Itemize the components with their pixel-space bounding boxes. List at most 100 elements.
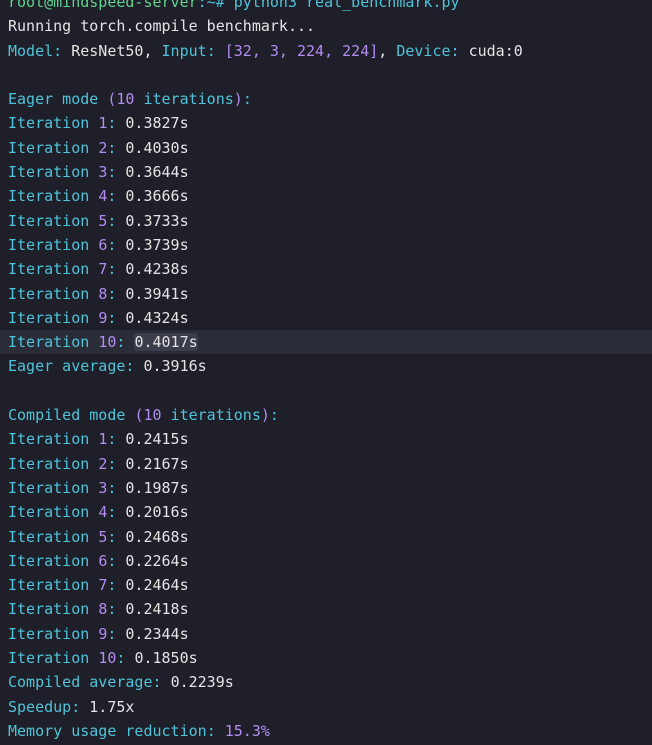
device-value: cuda:0 bbox=[468, 41, 523, 60]
speedup-label: Speedup bbox=[8, 697, 72, 716]
iteration-time: 0.2468s bbox=[125, 527, 189, 546]
iteration-time: 0.3739s bbox=[125, 235, 189, 254]
device-label: Device bbox=[396, 41, 451, 60]
iteration-time: 0.2464s bbox=[125, 576, 189, 595]
iteration-time: 0.3827s bbox=[125, 114, 189, 133]
iteration-label: Iteration bbox=[8, 527, 90, 546]
iteration-number: 3 bbox=[98, 163, 108, 182]
iteration-line: Iteration 5: 0.3733s bbox=[8, 211, 189, 230]
iteration-line: Iteration 7: 0.2464s bbox=[8, 576, 189, 595]
iteration-time: 0.2415s bbox=[125, 430, 189, 449]
iteration-label: Iteration bbox=[8, 211, 90, 230]
input-label: Input bbox=[161, 41, 207, 60]
iteration-line: Iteration 7: 0.4238s bbox=[8, 260, 189, 279]
iteration-line: Iteration 3: 0.3644s bbox=[8, 163, 189, 182]
eager-title: Eager mode bbox=[8, 90, 99, 109]
iteration-time: 0.2264s bbox=[125, 551, 189, 570]
speedup-line: Speedup: 1.75x bbox=[8, 697, 135, 716]
iteration-label: Iteration bbox=[8, 284, 90, 303]
eager-average-value: 0.3916s bbox=[143, 357, 207, 376]
iteration-time: 0.4324s bbox=[125, 308, 189, 327]
speedup-value: 1.75x bbox=[89, 697, 135, 716]
iteration-time: 0.3644s bbox=[125, 163, 189, 182]
iteration-label: Iteration bbox=[8, 163, 90, 182]
iteration-number: 3 bbox=[98, 478, 108, 497]
iteration-number: 6 bbox=[98, 235, 108, 254]
iteration-label: Iteration bbox=[8, 430, 90, 449]
iteration-time: 0.2167s bbox=[125, 454, 189, 473]
iteration-time: 0.3733s bbox=[125, 211, 189, 230]
memory-label: Memory usage reduction bbox=[8, 721, 207, 740]
iteration-line: Iteration 10: 0.1850s bbox=[8, 649, 198, 668]
iteration-label: Iteration bbox=[8, 478, 90, 497]
compiled-title-line: Compiled mode (10 iterations): bbox=[8, 406, 279, 425]
iteration-line: Iteration 8: 0.3941s bbox=[8, 284, 189, 303]
iteration-number: 5 bbox=[98, 211, 108, 230]
iteration-time: 0.4030s bbox=[125, 138, 189, 157]
prompt-command: python3 real_benchmark.py bbox=[233, 0, 460, 11]
prompt-line: root@mindspeed-server:~# python3 real_be… bbox=[8, 0, 652, 14]
iteration-line: Iteration 3: 0.1987s bbox=[8, 478, 189, 497]
iteration-time: 0.4238s bbox=[125, 260, 189, 279]
iteration-line: Iteration 1: 0.3827s bbox=[8, 114, 189, 133]
iteration-number: 4 bbox=[98, 503, 108, 522]
iteration-number: 7 bbox=[98, 260, 108, 279]
iteration-time: 0.3666s bbox=[125, 187, 189, 206]
memory-line: Memory usage reduction: 15.3% bbox=[8, 721, 270, 740]
eager-average-label: Eager average bbox=[8, 357, 126, 376]
iteration-number: 8 bbox=[98, 284, 108, 303]
iteration-line: Iteration 9: 0.4324s bbox=[8, 308, 189, 327]
iteration-label: Iteration bbox=[8, 235, 90, 254]
iteration-label: Iteration bbox=[8, 114, 90, 133]
running-line: Running torch.compile benchmark... bbox=[8, 17, 316, 36]
eager-title-line: Eager mode (10 iterations): bbox=[8, 90, 252, 109]
iteration-line: Iteration 2: 0.2167s bbox=[8, 454, 189, 473]
iteration-label: Iteration bbox=[8, 308, 90, 327]
iteration-label: Iteration bbox=[8, 503, 90, 522]
prompt-user-host: root@mindspeed-server bbox=[8, 0, 198, 11]
compiled-average-label: Compiled average bbox=[8, 673, 153, 692]
model-value: ResNet50 bbox=[71, 41, 144, 60]
compiled-title: Compiled mode bbox=[8, 406, 126, 425]
iteration-time: 0.3941s bbox=[125, 284, 189, 303]
iteration-label: Iteration bbox=[8, 576, 90, 595]
compiled-average-line: Compiled average: 0.2239s bbox=[8, 673, 234, 692]
iteration-line: Iteration 2: 0.4030s bbox=[8, 138, 189, 157]
iteration-time: 0.2418s bbox=[125, 600, 189, 619]
terminal-window[interactable]: root@mindspeed-server:~# python3 real_be… bbox=[0, 0, 652, 745]
iteration-label: Iteration bbox=[8, 138, 90, 157]
iteration-number: 2 bbox=[98, 138, 108, 157]
iteration-number: 6 bbox=[98, 551, 108, 570]
iteration-label: Iteration bbox=[8, 187, 90, 206]
iteration-number: 2 bbox=[98, 454, 108, 473]
iteration-time: 0.2344s bbox=[125, 624, 189, 643]
iteration-number: 4 bbox=[98, 187, 108, 206]
iteration-number: 9 bbox=[98, 624, 108, 643]
iteration-number: 9 bbox=[98, 308, 108, 327]
input-value: [32, 3, 224, 224] bbox=[224, 41, 379, 60]
iteration-line: Iteration 9: 0.2344s bbox=[8, 624, 189, 643]
iteration-number: 1 bbox=[98, 430, 108, 449]
compiled-iterations-count: 10 bbox=[143, 406, 162, 425]
compiled-iterations-list: Iteration 1: 0.2415s Iteration 2: 0.2167s… bbox=[8, 427, 652, 670]
memory-value: 15.3% bbox=[224, 721, 270, 740]
iteration-line: Iteration 1: 0.2415s bbox=[8, 430, 189, 449]
iteration-number: 10 bbox=[98, 649, 117, 668]
iteration-time: 0.4017s bbox=[134, 333, 198, 352]
iteration-label: Iteration bbox=[8, 260, 90, 279]
iteration-line: Iteration 8: 0.2418s bbox=[8, 600, 189, 619]
iteration-label: Iteration bbox=[8, 600, 90, 619]
model-line: Model: ResNet50, Input: [32, 3, 224, 224… bbox=[8, 41, 523, 60]
compiled-iterations-word: iterations bbox=[170, 406, 261, 425]
iteration-number: 1 bbox=[98, 114, 108, 133]
iteration-line: Iteration 4: 0.2016s bbox=[8, 503, 189, 522]
compiled-average-value: 0.2239s bbox=[170, 673, 234, 692]
iteration-label: Iteration bbox=[8, 333, 90, 352]
eager-iterations-list: Iteration 1: 0.3827s Iteration 2: 0.4030s… bbox=[0, 111, 652, 355]
iteration-label: Iteration bbox=[8, 551, 90, 570]
iteration-number: 10 bbox=[98, 333, 117, 352]
iteration-line: Iteration 6: 0.2264s bbox=[8, 551, 189, 570]
model-label: Model bbox=[8, 41, 54, 60]
